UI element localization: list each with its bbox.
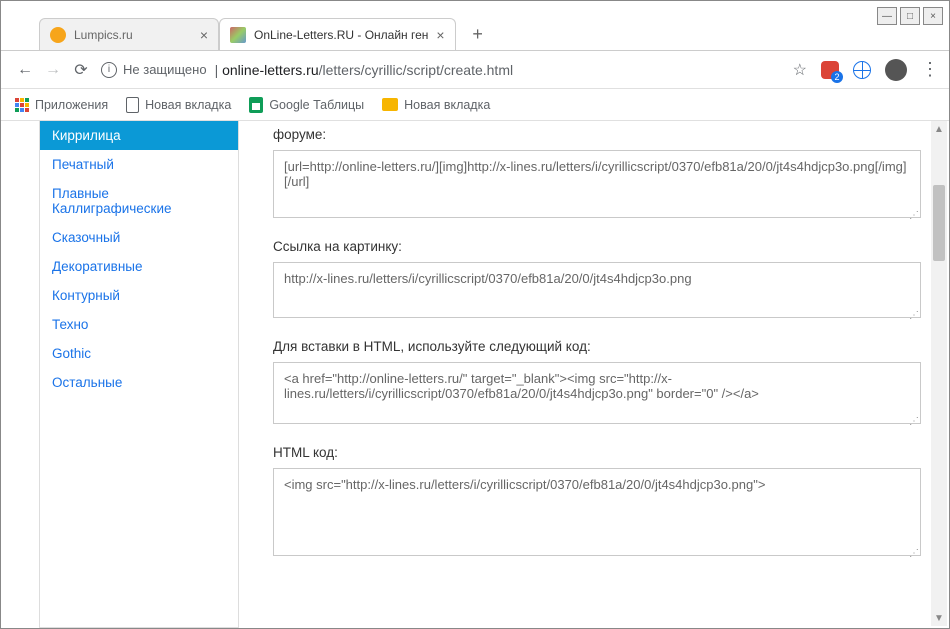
new-tab-button[interactable]: + [464, 20, 492, 48]
tab-title: Lumpics.ru [74, 28, 192, 42]
tab-title: OnLine-Letters.RU - Онлайн ген [254, 28, 428, 42]
tab-strip: Lumpics.ru × OnLine-Letters.RU - Онлайн … [1, 1, 949, 51]
window-minimize[interactable]: — [877, 7, 897, 25]
sidebar-item-other[interactable]: Остальные [40, 368, 238, 397]
menu-button[interactable]: ⋮ [921, 59, 939, 80]
sidebar-item-fairy[interactable]: Сказочный [40, 223, 238, 252]
info-icon: i [101, 62, 117, 78]
bookmark-new-tab-2[interactable]: Новая вкладка [382, 98, 490, 112]
security-text: Не защищено [123, 62, 207, 77]
sidebar-item-techno[interactable]: Техно [40, 310, 238, 339]
sidebar-item-calligraphic[interactable]: Плавные Каллиграфические [40, 179, 238, 223]
url-field[interactable]: | online-letters.ru/letters/cyrillic/scr… [215, 62, 783, 78]
category-sidebar: Киррилица Печатный Плавные Каллиграфичес… [39, 121, 239, 628]
close-icon[interactable]: × [200, 27, 208, 43]
bookmark-star-icon[interactable]: ☆ [793, 60, 807, 80]
label-image-link: Ссылка на картинку: [273, 239, 921, 254]
textarea-image-link[interactable] [273, 262, 921, 318]
translate-icon[interactable] [853, 61, 871, 79]
close-icon[interactable]: × [436, 27, 444, 43]
sidebar-item-outline[interactable]: Контурный [40, 281, 238, 310]
scroll-down-icon[interactable]: ▼ [931, 610, 947, 626]
favicon-lumpics [50, 27, 66, 43]
sidebar-item-gothic[interactable]: Gothic [40, 339, 238, 368]
tab-lumpics[interactable]: Lumpics.ru × [39, 18, 219, 50]
security-indicator[interactable]: i Не защищено [101, 62, 207, 78]
label-html-code: HTML код: [273, 445, 921, 460]
window-close[interactable]: × [923, 7, 943, 25]
page-icon [126, 97, 139, 113]
extension-icon[interactable] [821, 61, 839, 79]
label-html-insert: Для вставки в HTML, используйте следующи… [273, 339, 921, 354]
favicon-online-letters [230, 27, 246, 43]
textarea-html-insert[interactable] [273, 362, 921, 424]
sidebar-item-cyrillic[interactable]: Киррилица [40, 121, 238, 150]
reload-button[interactable]: ⟳ [67, 56, 95, 84]
sidebar-item-print[interactable]: Печатный [40, 150, 238, 179]
textarea-html-code[interactable] [273, 468, 921, 556]
bookmark-new-tab-1[interactable]: Новая вкладка [126, 97, 231, 113]
apps-icon [15, 98, 29, 112]
profile-avatar[interactable] [885, 59, 907, 81]
vertical-scrollbar[interactable]: ▲ ▼ [931, 121, 947, 626]
apps-shortcut[interactable]: Приложения [15, 98, 108, 112]
sheets-icon [249, 97, 263, 113]
bookmark-google-sheets[interactable]: Google Таблицы [249, 97, 364, 113]
tab-online-letters[interactable]: OnLine-Letters.RU - Онлайн ген × [219, 18, 456, 50]
window-maximize[interactable]: □ [900, 7, 920, 25]
textarea-forum-code[interactable] [273, 150, 921, 218]
picture-icon [382, 98, 398, 111]
scroll-up-icon[interactable]: ▲ [931, 121, 947, 137]
back-button[interactable]: ← [11, 56, 39, 84]
scroll-thumb[interactable] [933, 185, 945, 261]
forward-button[interactable]: → [39, 56, 67, 84]
sidebar-item-decorative[interactable]: Декоративные [40, 252, 238, 281]
bookmarks-bar: Приложения Новая вкладка Google Таблицы … [1, 89, 949, 121]
address-bar: ← → ⟳ i Не защищено | online-letters.ru/… [1, 51, 949, 89]
label-forum: форуме: [273, 127, 921, 142]
main-content: форуме: ⋰ Ссылка на картинку: ⋰ Для вста… [239, 121, 949, 628]
